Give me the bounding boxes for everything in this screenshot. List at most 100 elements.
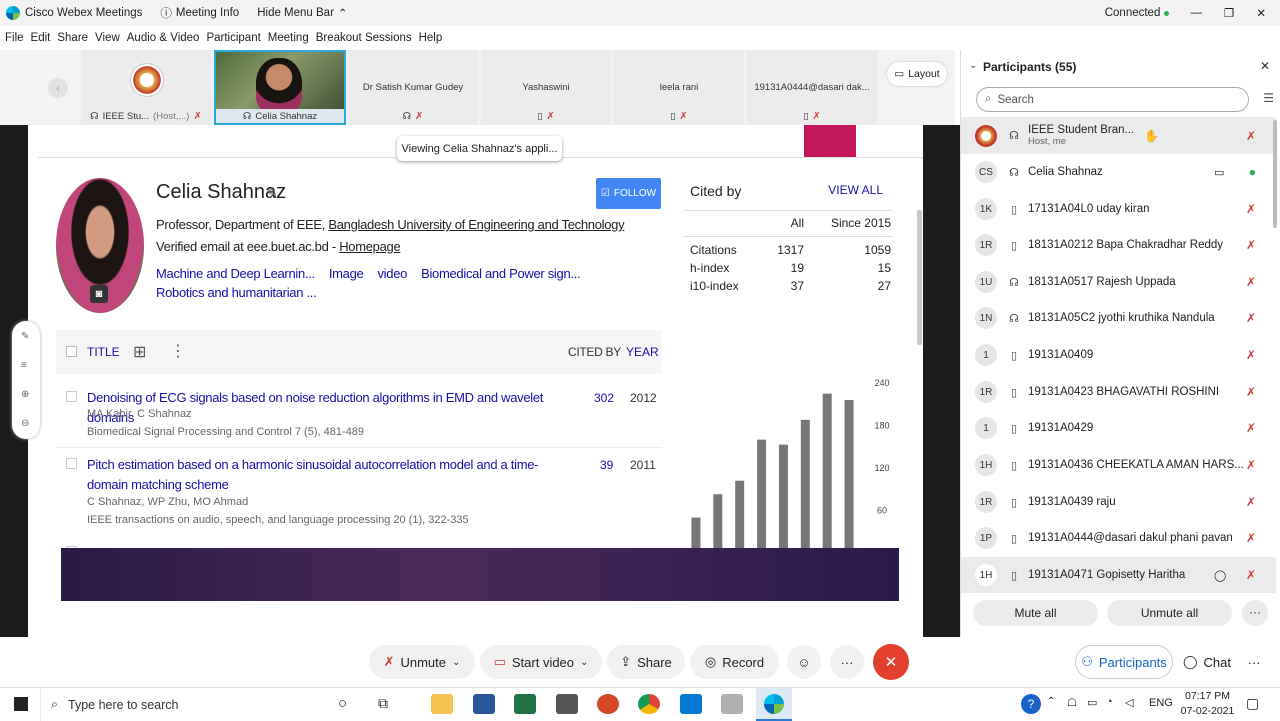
year-column-header[interactable]: YEAR: [626, 345, 659, 359]
chat-button[interactable]: ◯ Chat: [1177, 645, 1237, 679]
homepage-link[interactable]: Homepage: [339, 239, 401, 254]
search-input[interactable]: ⌕ Search: [976, 87, 1249, 112]
meeting-info-button[interactable]: ⓘ Meeting Info: [160, 5, 239, 21]
pub-cited-count[interactable]: 39: [600, 458, 613, 472]
panel-more-button[interactable]: ···: [1240, 645, 1268, 679]
university-link[interactable]: Bangladesh University of Engineering and…: [328, 217, 624, 232]
store-icon[interactable]: [556, 694, 578, 714]
chart-bar[interactable]: [844, 400, 854, 553]
task-view-icon[interactable]: ⧉: [378, 695, 388, 712]
select-all-checkbox[interactable]: [66, 346, 77, 357]
camera-icon[interactable]: ◙: [90, 285, 108, 303]
menu-help[interactable]: Help: [419, 32, 443, 44]
hide-menu-bar-button[interactable]: Hide Menu Bar ⌃: [257, 6, 347, 20]
participant-row[interactable]: 1 ▯ 19131A0429 ✗: [961, 410, 1276, 446]
thumbnail-dasari[interactable]: 19131A0444@dasari dak... ▯ ✗: [747, 50, 877, 125]
participant-row[interactable]: 1K ▯ 17131A04L0 uday kiran ✗: [961, 191, 1276, 227]
interest-link[interactable]: Biomedical and Power sign...: [421, 266, 581, 281]
clock-date[interactable]: 07-02-2021: [1180, 705, 1235, 717]
menu-edit[interactable]: Edit: [31, 32, 51, 44]
word-icon[interactable]: [473, 694, 495, 714]
tray-chevron-icon[interactable]: ⌃: [1047, 696, 1055, 707]
mic-muted-icon[interactable]: ✗: [1246, 129, 1256, 143]
more-button[interactable]: ···: [830, 645, 864, 679]
notifications-icon[interactable]: ▢: [1246, 695, 1259, 712]
chart-bar[interactable]: [822, 393, 832, 553]
media-player-icon[interactable]: [721, 694, 743, 714]
viewing-indicator[interactable]: Viewing Celia Shahnaz's appli...: [397, 136, 562, 161]
clock-time[interactable]: 07:17 PM: [1180, 690, 1235, 702]
more-vert-icon[interactable]: ⋮: [170, 341, 186, 361]
row-checkbox[interactable]: [66, 391, 77, 402]
add-article-icon[interactable]: ⊞: [133, 342, 146, 362]
video-camera-icon[interactable]: ▭: [1214, 166, 1224, 179]
minimize-button[interactable]: —: [1191, 7, 1203, 19]
thumbnail-yashaswini[interactable]: Yashaswini ▯ ✗: [481, 50, 611, 125]
participant-row[interactable]: 1P ▯ 19131A0444@dasari dakul phani pavan ✗: [961, 520, 1276, 556]
menu-participant[interactable]: Participant: [206, 32, 260, 44]
thumbnail-ieee[interactable]: ☊ IEEE Stu... (Host,...) ✗: [81, 50, 211, 125]
chrome-icon[interactable]: [638, 694, 660, 714]
menu-share[interactable]: Share: [57, 32, 88, 44]
chart-bar[interactable]: [757, 439, 767, 553]
participant-row[interactable]: CS ☊ Celia Shahnaz ▭ ●: [961, 154, 1276, 190]
participant-row[interactable]: 1N ☊ 18131A05C2 jyothi kruthika Nandula ✗: [961, 300, 1276, 336]
menu-breakout[interactable]: Breakout Sessions: [316, 32, 412, 44]
menu-view[interactable]: View: [95, 32, 120, 44]
eraser-icon[interactable]: ≡: [21, 360, 27, 371]
volume-icon[interactable]: ◁: [1125, 696, 1133, 709]
interest-link[interactable]: Machine and Deep Learnin...: [156, 266, 315, 281]
menu-meeting[interactable]: Meeting: [268, 32, 309, 44]
file-explorer-icon[interactable]: [431, 694, 453, 714]
webex-taskbar-item[interactable]: [756, 688, 792, 721]
mic-active-icon[interactable]: ●: [1249, 165, 1256, 179]
chart-bar[interactable]: [735, 480, 745, 553]
language-indicator[interactable]: ENG: [1149, 697, 1173, 709]
chart-bar[interactable]: [713, 494, 723, 553]
reactions-button[interactable]: ☺: [787, 645, 821, 679]
participant-row[interactable]: 1U ☊ 18131A0517 Rajesh Uppada ✗: [961, 264, 1276, 300]
interest-link[interactable]: Robotics and humanitarian ...: [156, 285, 317, 300]
row-checkbox[interactable]: [66, 458, 77, 469]
help-icon[interactable]: ?: [1021, 694, 1041, 714]
participant-row[interactable]: 1R ▯ 19131A0439 raju ✗: [961, 484, 1276, 520]
windows-start-icon[interactable]: [14, 697, 28, 711]
thumbnail-celia-video[interactable]: ☊ Celia Shahnaz: [214, 50, 346, 125]
interest-link[interactable]: Image: [329, 266, 364, 281]
cited-by-column-header[interactable]: CITED BY: [568, 345, 621, 359]
start-video-button[interactable]: ▭ Start video ⌄: [480, 645, 602, 679]
interest-link[interactable]: video: [377, 266, 407, 281]
participant-row[interactable]: ☊ IEEE Student Bran... Host, me ✋ ✗: [961, 117, 1276, 154]
panel-scrollbar[interactable]: [1273, 120, 1277, 228]
unmute-button[interactable]: ✗ Unmute ⌄: [369, 645, 475, 679]
pub-title-link[interactable]: Pitch estimation based on a harmonic sin…: [87, 455, 557, 495]
participant-row[interactable]: 1R ▯ 18131A0212 Bapa Chakradhar Reddy ✗: [961, 227, 1276, 263]
leave-meeting-button[interactable]: ✕: [873, 644, 909, 680]
prev-thumbnails-button[interactable]: ‹: [48, 78, 68, 98]
sort-icon[interactable]: ☰: [1263, 91, 1274, 105]
share-button[interactable]: ⇪ Share: [607, 645, 685, 679]
zoom-out-icon[interactable]: ⊖: [21, 418, 29, 429]
excel-icon[interactable]: [514, 694, 536, 714]
taskbar-search-box[interactable]: ⌕ Type here to search: [40, 688, 323, 721]
cortana-icon[interactable]: ○: [338, 695, 347, 712]
collapse-panel-icon[interactable]: ⌄: [969, 60, 977, 71]
powerpoint-icon[interactable]: [597, 694, 619, 714]
network-icon[interactable]: ☖: [1067, 696, 1077, 709]
pub-cited-count[interactable]: 302: [594, 391, 614, 405]
zoom-in-icon[interactable]: ⊕: [21, 389, 29, 400]
pen-icon[interactable]: ✎: [21, 331, 29, 342]
follow-button[interactable]: ☑ FOLLOW: [596, 178, 661, 209]
chat-bubble-icon[interactable]: ◯: [1214, 569, 1226, 582]
chart-bar[interactable]: [778, 444, 788, 553]
edit-pencil-icon[interactable]: ✎: [266, 185, 278, 202]
battery-icon[interactable]: ▭: [1087, 696, 1097, 709]
mute-all-button[interactable]: Mute all: [973, 600, 1098, 626]
title-column-header[interactable]: TITLE: [87, 345, 120, 359]
chart-bar[interactable]: [800, 419, 810, 553]
more-options-button[interactable]: ···: [1242, 600, 1268, 626]
raise-hand-icon[interactable]: ✋: [1144, 129, 1159, 143]
menu-audio-video[interactable]: Audio & Video: [127, 32, 200, 44]
record-button[interactable]: ◎ Record: [690, 645, 779, 679]
layout-button[interactable]: ▭ Layout: [887, 62, 947, 86]
